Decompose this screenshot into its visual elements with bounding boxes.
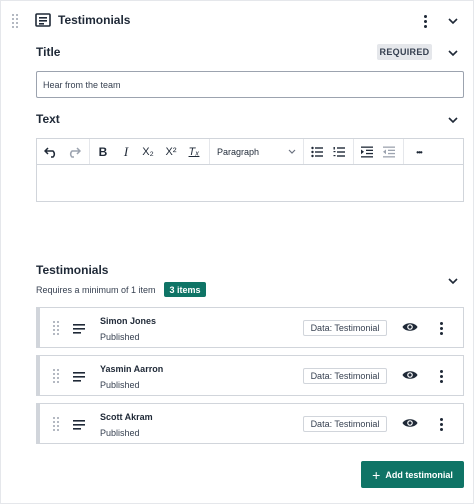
- item-more-options-icon[interactable]: [431, 318, 451, 338]
- paragraph-format-value: Paragraph: [217, 147, 260, 157]
- add-testimonial-button[interactable]: + Add testimonial: [361, 461, 464, 488]
- text-lines-icon: [73, 324, 85, 334]
- block-more-options-icon[interactable]: [415, 11, 435, 31]
- testimonial-block-icon: [35, 13, 51, 27]
- testimonials-collapse-chevron-icon[interactable]: [445, 273, 461, 289]
- bold-button[interactable]: B: [95, 142, 111, 162]
- list-item[interactable]: Yasmin Aarron Published Data: Testimonia…: [36, 355, 464, 396]
- plus-icon: +: [372, 466, 381, 483]
- eye-icon[interactable]: [402, 417, 418, 429]
- list-item[interactable]: Scott Akram Published Data: Testimonial: [36, 403, 464, 444]
- editor-content-area[interactable]: [37, 166, 463, 201]
- undo-icon[interactable]: [43, 142, 59, 162]
- testimonials-field-label: Testimonials: [36, 263, 109, 277]
- toolbar-separator: [89, 139, 90, 164]
- block-title: Testimonials: [58, 13, 131, 27]
- eye-icon[interactable]: [402, 369, 418, 381]
- drag-handle-icon[interactable]: [53, 369, 59, 383]
- indent-icon[interactable]: [359, 142, 375, 162]
- title-field-label: Title: [36, 45, 61, 59]
- list-item[interactable]: Simon Jones Published Data: Testimonial: [36, 307, 464, 348]
- requirement-text: Requires a minimum of 1 item: [36, 285, 156, 295]
- eye-icon[interactable]: [402, 321, 418, 333]
- toolbar-separator: [209, 139, 210, 164]
- item-status: Published: [100, 332, 140, 342]
- editor-toolbar: B I X₂ X² Tₓ Paragraph •••: [37, 139, 463, 165]
- block-header: Testimonials: [1, 11, 474, 31]
- numbered-list-icon[interactable]: [331, 142, 347, 162]
- item-type-tag: Data: Testimonial: [303, 416, 387, 432]
- more-tools-button[interactable]: •••: [409, 142, 429, 162]
- drag-handle-icon[interactable]: [53, 417, 59, 431]
- item-name: Simon Jones: [100, 316, 157, 326]
- item-status: Published: [100, 428, 140, 438]
- required-badge: REQUIRED: [377, 44, 432, 60]
- superscript-button[interactable]: X²: [162, 142, 180, 162]
- item-type-tag: Data: Testimonial: [303, 320, 387, 336]
- item-status: Published: [100, 380, 140, 390]
- item-more-options-icon[interactable]: [431, 366, 451, 386]
- text-lines-icon: [73, 372, 85, 382]
- drag-handle-icon[interactable]: [12, 14, 18, 28]
- outdent-icon[interactable]: [381, 142, 397, 162]
- toolbar-separator: [353, 139, 354, 164]
- item-name: Yasmin Aarron: [100, 364, 164, 374]
- title-input[interactable]: Hear from the team: [36, 71, 464, 98]
- toolbar-separator: [303, 139, 304, 164]
- bullet-list-icon[interactable]: [309, 142, 325, 162]
- testimonials-block-panel: Testimonials Title REQUIRED Hear from th…: [0, 0, 474, 504]
- chevron-down-icon: [288, 149, 296, 154]
- paragraph-format-select[interactable]: Paragraph: [212, 142, 301, 162]
- item-count-badge: 3 items: [164, 282, 206, 297]
- text-field-label: Text: [36, 112, 60, 126]
- clear-format-button[interactable]: Tₓ: [185, 142, 203, 162]
- item-type-tag: Data: Testimonial: [303, 368, 387, 384]
- title-collapse-chevron-icon[interactable]: [445, 45, 461, 61]
- text-collapse-chevron-icon[interactable]: [445, 112, 461, 128]
- redo-icon[interactable]: [66, 142, 82, 162]
- rich-text-editor: B I X₂ X² Tₓ Paragraph •••: [36, 138, 464, 202]
- block-collapse-chevron-icon[interactable]: [445, 13, 461, 29]
- italic-button[interactable]: I: [118, 142, 134, 162]
- drag-handle-icon[interactable]: [53, 321, 59, 335]
- text-lines-icon: [73, 420, 85, 430]
- subscript-button[interactable]: X₂: [139, 142, 157, 162]
- item-more-options-icon[interactable]: [431, 414, 451, 434]
- add-testimonial-label: Add testimonial: [385, 469, 453, 480]
- toolbar-separator: [403, 139, 404, 164]
- item-name: Scott Akram: [100, 412, 153, 422]
